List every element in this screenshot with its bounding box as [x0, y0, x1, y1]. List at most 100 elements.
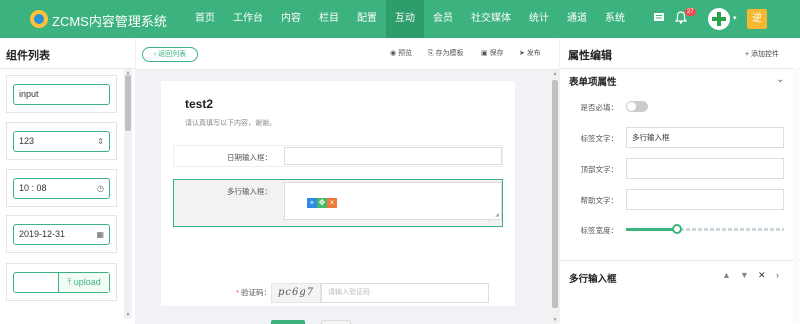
submit-button[interactable]: 提交 — [271, 320, 305, 324]
form-title: test2 — [185, 97, 214, 111]
move-up-icon[interactable]: ▲ — [722, 270, 731, 280]
section-title-form-item[interactable]: 表单项属性 — [569, 74, 617, 88]
publish-button[interactable]: ➤ 发布 — [519, 48, 541, 58]
nav-item-statistics[interactable]: 统计 — [520, 0, 558, 38]
toggle-knob — [627, 102, 636, 111]
captcha-image[interactable]: pc6g7 — [271, 283, 321, 303]
chevron-right-icon[interactable]: › — [776, 270, 779, 280]
property-scrollbar[interactable] — [793, 68, 799, 322]
nav-item-system[interactable]: 系统 — [596, 0, 634, 38]
label-text-label: 标签文字： — [580, 134, 619, 143]
reset-button[interactable]: 重置 — [321, 320, 351, 324]
scroll-down-icon[interactable]: ▼ — [551, 317, 559, 323]
add-component-button[interactable]: + 添加控件 — [745, 49, 779, 59]
nav-item-interaction[interactable]: 互动 — [386, 0, 424, 38]
required-toggle[interactable] — [626, 101, 648, 112]
component-card-text-input[interactable]: input — [6, 75, 117, 113]
chevron-down-icon[interactable]: ⌄ — [776, 74, 784, 85]
top-text-input[interactable] — [626, 158, 784, 179]
nav-item-column[interactable]: 栏目 — [310, 0, 348, 38]
form-designer-canvas: ‹ 返回列表 ◉ 预览 ⎘ 存为模板 ▣ 保存 ➤ 发布 test2 请认真填写… — [136, 38, 559, 324]
nav-item-home[interactable]: 首页 — [186, 0, 224, 38]
resize-grip-icon[interactable]: ◢ — [495, 212, 499, 218]
text-input-value: input — [19, 89, 39, 99]
date-field[interactable] — [284, 147, 502, 165]
label-width-label: 标签宽度： — [580, 226, 619, 235]
form-row-textarea-selected[interactable]: 多行输入框： ◢ — [173, 179, 503, 227]
help-text-input[interactable] — [626, 189, 784, 210]
nav-item-member[interactable]: 会员 — [424, 0, 462, 38]
back-to-list-button[interactable]: ‹ 返回列表 — [142, 47, 198, 62]
preview-button[interactable]: ◉ 预览 — [390, 48, 412, 58]
required-label: 是否必填： — [580, 103, 619, 112]
preview-label: 预览 — [398, 50, 413, 57]
nav-item-config[interactable]: 配置 — [348, 0, 386, 38]
panel-title: 属性编辑 — [568, 50, 612, 62]
brand-logo-icon[interactable] — [30, 10, 48, 28]
section-title-item[interactable]: 多行输入框 — [569, 271, 617, 285]
left-scrollbar-thumb[interactable] — [125, 75, 131, 131]
save-label: 保存 — [489, 50, 504, 57]
canvas-scrollbar[interactable]: ▲ ▼ — [551, 70, 559, 324]
floppy-icon: ▣ — [481, 50, 490, 57]
main-nav: 首页 工作台 内容 栏目 配置 互动 会员 社交媒体 统计 通道 系统 — [186, 0, 634, 38]
save-as-template-button[interactable]: ⎘ 存为模板 — [428, 48, 464, 58]
nav-item-workbench[interactable]: 工作台 — [224, 0, 272, 38]
delete-field-icon[interactable]: × — [327, 198, 337, 208]
top-text-label: 顶部文字： — [580, 165, 619, 174]
nav-item-channel[interactable]: 通道 — [558, 0, 596, 38]
upload-label: upload — [73, 277, 101, 287]
user-initial-badge[interactable]: 逆 — [747, 9, 767, 29]
slider-fill — [626, 228, 677, 231]
form-description: 请认真填写以下内容，谢谢。 — [185, 120, 276, 127]
template-icon: ⎘ — [428, 50, 436, 57]
save-button[interactable]: ▣ 保存 — [481, 48, 504, 58]
canvas-scrollbar-thumb[interactable] — [552, 80, 558, 308]
divider — [560, 260, 800, 261]
form-row-date[interactable]: 日期输入框： — [173, 145, 503, 167]
slider-handle[interactable] — [671, 224, 682, 234]
nav-item-content[interactable]: 内容 — [272, 0, 310, 38]
captcha-input[interactable]: 请输入验证码 — [321, 283, 489, 303]
component-card-time-input[interactable]: 10 : 08 ◷ — [6, 169, 117, 207]
time-input-value: 10 : 08 — [19, 183, 47, 193]
move-down-icon[interactable]: ▼ — [740, 270, 749, 280]
field-action-tools: + ✥ × — [307, 198, 337, 208]
upload-sample: ⤒ upload — [13, 272, 110, 293]
stepper-icon: ⇕ — [97, 137, 104, 146]
component-card-upload[interactable]: ⤒ upload — [6, 263, 117, 301]
designer-toolbar: ‹ 返回列表 ◉ 预览 ⎘ 存为模板 ▣ 保存 ➤ 发布 — [136, 38, 559, 70]
form-preview-card: test2 请认真填写以下内容，谢谢。 日期输入框： 多行输入框： ◢ + ✥ … — [161, 81, 515, 324]
close-icon[interactable]: ✕ — [758, 270, 766, 281]
nav-item-social-media[interactable]: 社交媒体 — [462, 0, 520, 38]
captcha-field-label: * 验证码： — [235, 288, 271, 297]
divider — [560, 68, 800, 69]
scroll-down-icon[interactable]: ▼ — [124, 312, 132, 318]
eye-icon: ◉ — [390, 50, 399, 57]
divider — [0, 68, 135, 69]
move-field-icon[interactable]: ✥ — [317, 198, 327, 208]
notification-badge: 27 — [685, 8, 696, 16]
avatar[interactable] — [708, 8, 730, 30]
upload-button: ⤒ upload — [59, 273, 109, 292]
number-input-value: 123 — [19, 136, 35, 146]
message-icon[interactable] — [652, 11, 666, 25]
property-editor-panel: 属性编辑 + 添加控件 表单项属性 ⌄ 是否必填： 标签文字： 多行输入框 顶部… — [560, 38, 800, 324]
label-width-slider[interactable] — [626, 224, 784, 234]
upload-file-area — [14, 273, 59, 292]
date-input-sample: 2019-12-31 ▦ — [13, 224, 110, 245]
textarea-field-label: 多行输入框： — [227, 187, 272, 196]
brand-title[interactable]: ZCMS内容管理系统 — [52, 11, 167, 30]
caret-down-icon[interactable]: ▾ — [733, 14, 737, 22]
label-text-input[interactable]: 多行输入框 — [626, 127, 784, 148]
help-text-label: 帮助文字： — [580, 196, 619, 205]
add-field-icon[interactable]: + — [307, 198, 317, 208]
send-icon: ➤ — [519, 50, 527, 57]
time-input-sample: 10 : 08 ◷ — [13, 178, 110, 199]
component-card-date-input[interactable]: 2019-12-31 ▦ — [6, 215, 117, 253]
left-scrollbar[interactable]: ▲ ▼ — [124, 69, 132, 319]
text-input-sample: input — [13, 84, 110, 105]
scroll-up-icon[interactable]: ▲ — [551, 71, 559, 77]
back-to-list-label: 返回列表 — [158, 51, 187, 58]
component-card-number-input[interactable]: 123 ⇕ — [6, 122, 117, 160]
